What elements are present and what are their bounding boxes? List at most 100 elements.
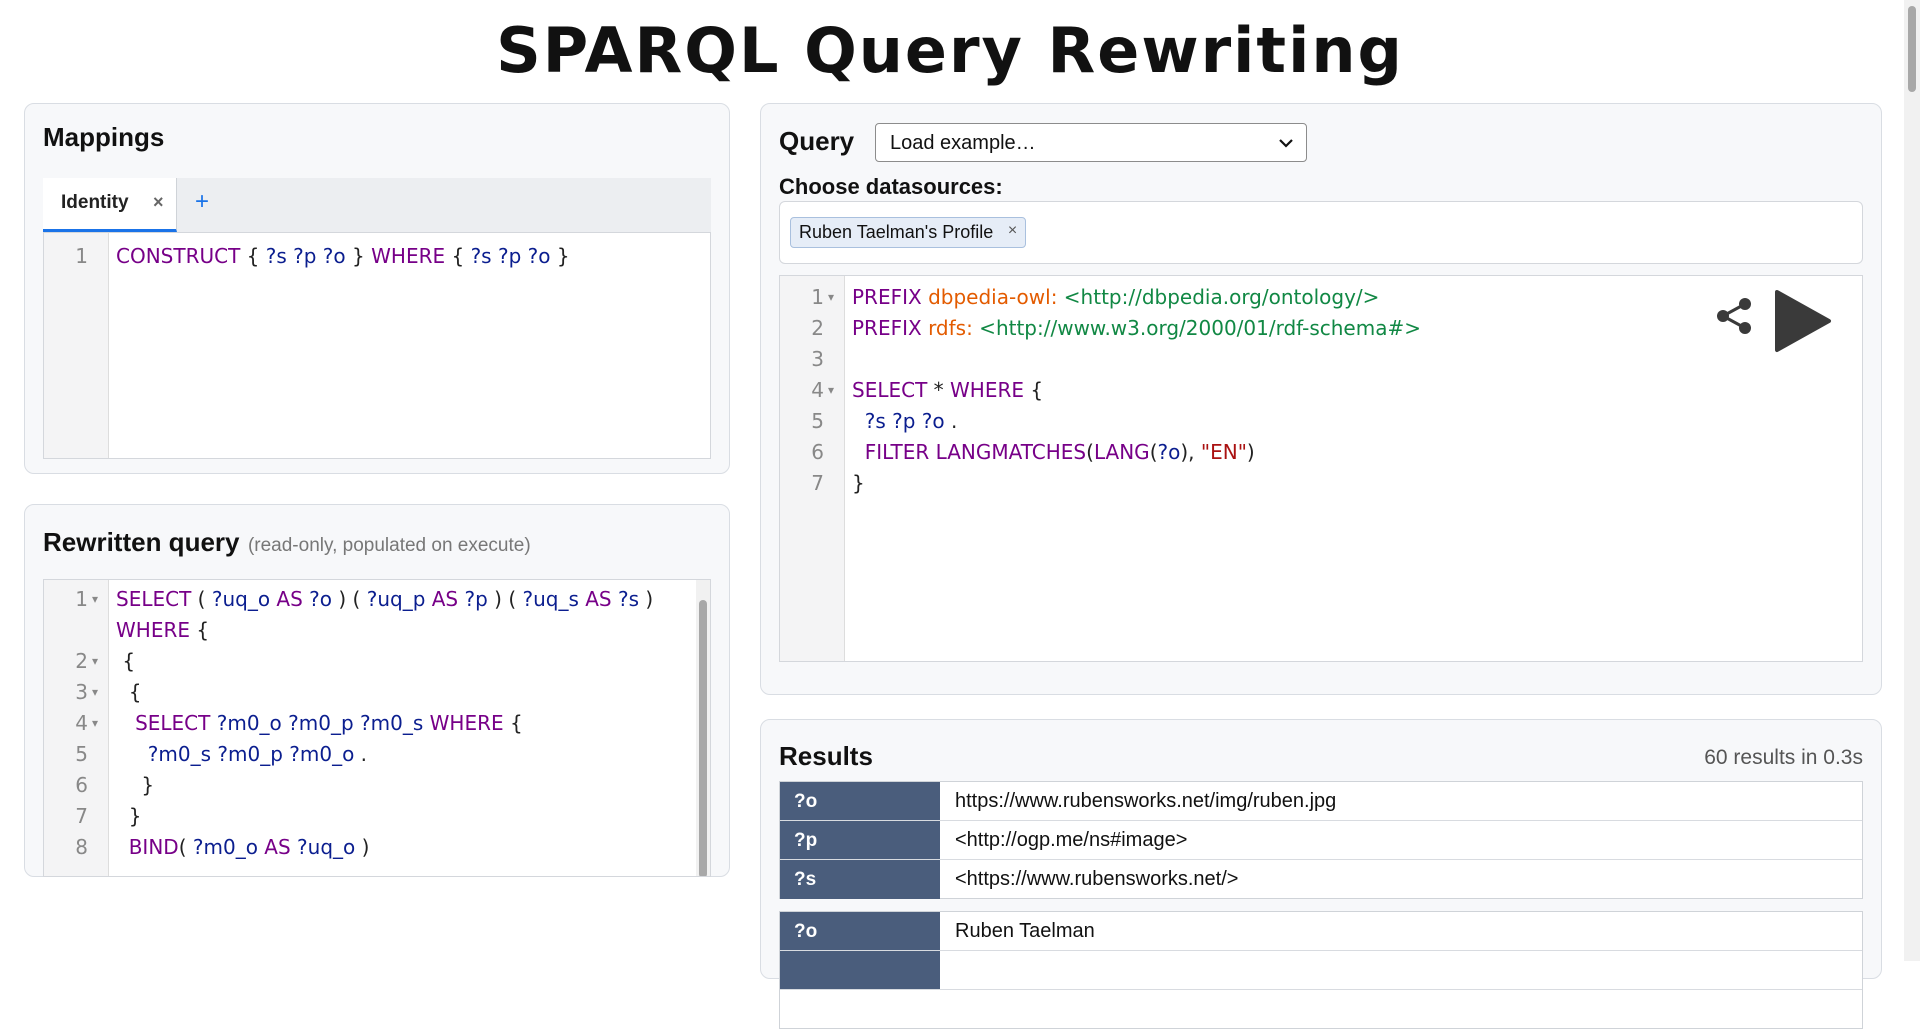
code-line: 1 ▾ SELECT ( ?uq_o AS ?o ) ( ?uq_p AS ?p )… [44,584,710,615]
line-number: 7 [75,804,88,828]
datasource-chip-label: Ruben Taelman's Profile [799,222,994,242]
code-line: 4 ▾ SELECT * WHERE { [780,375,1862,406]
code-token: LANG [1093,440,1150,464]
results-summary: 60 results in 0.3s [1704,746,1863,769]
code-token: "EN" [1200,440,1247,464]
tab-close-icon[interactable]: × [153,192,164,213]
code-token: ?s ?p ?o [470,244,551,268]
line-number: 6 [75,773,88,797]
code-token: { [503,711,523,735]
fold-toggle-icon[interactable]: ▾ [92,584,98,615]
mappings-heading: Mappings [43,122,165,152]
code-token: AS [425,587,465,611]
code-token: PREFIX [852,316,929,340]
result-key: ?s [780,860,940,899]
code-text: ?s ?p ?o . [852,406,958,437]
code-token: } [116,773,155,797]
rewritten-query-panel: Rewritten query (read-only, populated on… [24,504,730,877]
code-line: 3 ▾ { [44,677,710,708]
code-text: SELECT ?m0_o ?m0_p ?m0_s WHERE { [116,708,523,739]
code-token: WHERE [950,378,1024,402]
line-number: 2 [75,649,88,673]
line-number: 1 [75,587,88,611]
code-line: 5 ?m0_s ?m0_p ?m0_o . [44,739,710,770]
line-number: 4 [75,711,88,735]
page-scrollbar-thumb[interactable] [1908,6,1916,92]
code-token: ?uq_o [297,835,356,859]
tab-identity[interactable]: Identity × [43,178,177,232]
code-token: WHERE [371,244,446,268]
code-token: } [345,244,372,268]
result-row: ?o https://www.rubensworks.net/img/ruben… [780,782,1862,821]
fold-toggle-icon[interactable]: ▾ [92,677,98,708]
result-group: ?o Ruben Taelman [779,911,1863,1029]
code-token: . [354,742,368,766]
datasource-chip[interactable]: Ruben Taelman's Profile × [790,217,1027,248]
result-row: ?p <http://ogp.me/ns#image> [780,821,1862,860]
line-number: 2 [811,316,824,340]
results-heading: Results [779,741,873,771]
code-token: ) [639,587,654,611]
result-value: https://www.rubensworks.net/img/ruben.jp… [955,790,1337,812]
code-token: } [852,471,865,495]
code-token: AS [578,587,618,611]
fold-toggle-icon[interactable]: ▾ [92,646,98,677]
line-number: 5 [75,742,88,766]
code-token: { [116,649,136,673]
code-line: 5 ?s ?p ?o . [780,406,1862,437]
code-text: { [116,646,135,677]
code-token: PREFIX [852,285,929,309]
code-line: 6 } [44,770,710,801]
code-text: PREFIX dbpedia-owl: <http://dbpedia.org/… [852,282,1379,313]
fold-toggle-icon[interactable]: ▾ [828,282,834,313]
rewritten-query-heading: Rewritten query [43,527,240,557]
code-token: ?o [1157,440,1181,464]
result-key [780,951,940,989]
code-line: 6 FILTER LANGMATCHES(LANG(?o), "EN") [780,437,1862,468]
code-text: ?m0_s ?m0_p ?m0_o . [116,739,367,770]
result-key: ?p [780,821,940,859]
code-token: ( [1086,440,1094,464]
query-editor[interactable]: 1 ▾ PREFIX dbpedia-owl: <http://dbpedia.or… [779,275,1863,662]
fold-toggle-icon[interactable]: ▾ [92,708,98,739]
code-token: ( [191,587,212,611]
code-token: { [1024,378,1044,402]
code-token: BIND [116,835,179,859]
line-number: 8 [75,835,88,859]
code-token: ) [1246,440,1255,464]
code-token: ) [355,835,370,859]
code-line: 7 } [44,801,710,832]
code-token: WHERE [423,711,504,735]
code-token: { [445,244,471,268]
page-title: SPARQL Query Rewriting [496,14,1404,87]
code-line: 1 ▾ PREFIX dbpedia-owl: <http://dbpedia.or… [780,282,1862,313]
result-group: ?o https://www.rubensworks.net/img/ruben… [779,781,1863,899]
code-token: SELECT [852,378,928,402]
mapping-tab-bar: Identity × + [43,178,711,233]
code-token: CONSTRUCT [116,244,241,268]
code-token: SELECT [116,711,211,735]
code-token: WHERE [116,618,190,642]
code-token: ?s [617,587,640,611]
result-key: ?o [780,782,940,820]
code-text: PREFIX rdfs: <http://www.w3.org/2000/01/… [852,313,1421,344]
mapping-editor[interactable]: 1 CONSTRUCT { ?s ?p ?o } WHERE { ?s ?p ?o… [43,232,711,459]
datasources-label: Choose datasources: [779,174,1003,199]
add-mapping-button[interactable]: + [195,188,209,216]
datasource-picker[interactable]: Ruben Taelman's Profile × [779,201,1863,264]
query-panel: Query Load example… Choose datasources: … [760,103,1882,695]
code-token: ?o [309,587,333,611]
datasource-remove-icon[interactable]: × [1008,222,1017,240]
line-number: 6 [811,440,824,464]
rewritten-query-editor[interactable]: 1 ▾ SELECT ( ?uq_o AS ?o ) ( ?uq_p AS ?p )… [43,579,711,877]
fold-toggle-icon[interactable]: ▾ [828,375,834,406]
code-token: AS [257,835,298,859]
tab-identity-label: Identity [61,192,129,213]
result-row: ?s <https://www.rubensworks.net/> [780,860,1862,899]
results-panel: Results 60 results in 0.3s ?o https://ww… [760,719,1882,1029]
page-scrollbar[interactable] [1904,0,1920,961]
code-token: * [927,378,951,402]
line-number: 5 [811,409,824,433]
code-text: } [852,468,865,499]
load-example-select[interactable]: Load example… [875,123,1307,162]
